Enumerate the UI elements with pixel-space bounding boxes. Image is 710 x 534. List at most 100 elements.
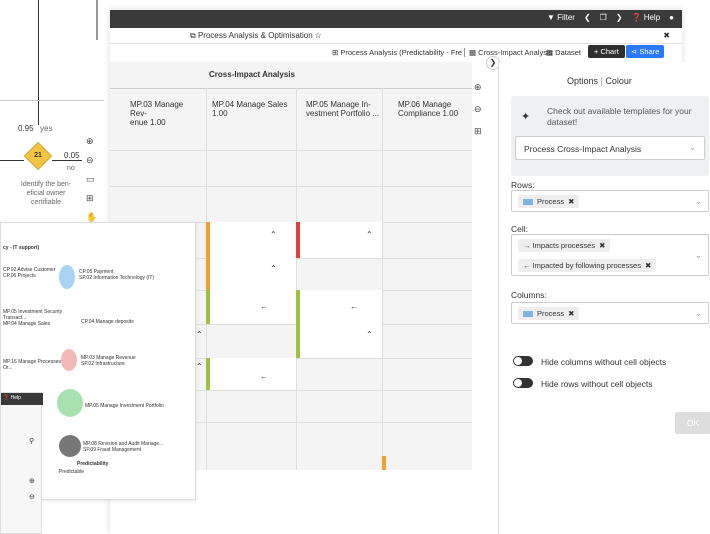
impact-bar (206, 258, 210, 290)
grid-title: Cross-Impact Analysis (209, 70, 295, 79)
list-item: CP.05 Payment SP.02 Information Technolo… (79, 269, 155, 281)
template-hint: Check out available templates for your d… (547, 106, 692, 127)
grid-export-icon[interactable]: ⊞ (474, 126, 482, 137)
column-header[interactable]: MP.05 Manage In- vestment Portfolio ... (300, 92, 390, 150)
favorite-icon[interactable]: ☆ (315, 31, 322, 40)
diagram-edge (52, 160, 82, 161)
search-icon[interactable]: ⚲ (29, 437, 34, 445)
ok-button[interactable]: OK (675, 412, 710, 434)
list-item: MP.08 Revision and Audit Manage... SP.09… (83, 441, 164, 453)
hide-columns-toggle[interactable] (513, 356, 533, 366)
export-icon[interactable]: ⊞ (86, 193, 106, 204)
cell-chip-impacts[interactable]: → Impacts processes ✖ (518, 239, 611, 252)
columns-select[interactable]: Process ✖ ⌄ (511, 302, 709, 324)
tab-colour[interactable]: Colour (605, 76, 632, 86)
filter-button[interactable]: ▼ Filter (547, 13, 575, 22)
cell-chip-impacted[interactable]: ← Impacted by following processes ✖ (518, 259, 657, 272)
hide-columns-label: Hide columns without cell objects (541, 357, 667, 367)
impact-arrow-icon: ⌃ (366, 230, 373, 239)
bubble[interactable] (61, 349, 77, 371)
impact-cell[interactable] (296, 222, 382, 258)
rows-label: Rows: (511, 180, 535, 190)
rows-select[interactable]: Process ✖ ⌄ (511, 190, 709, 212)
hide-rows-label: Hide rows without cell objects (541, 379, 653, 389)
diagram-toolbar: ⊕ ⊖ ▭ ⊞ ✋ (86, 136, 106, 223)
edge-label-no: no (67, 165, 75, 172)
divider (0, 100, 104, 101)
columns-label: Columns: (511, 290, 547, 300)
list-item: MP.05 Investment Security Transact... MP… (3, 309, 63, 327)
close-icon[interactable]: ✖ (663, 31, 670, 40)
impact-cell[interactable] (206, 222, 296, 258)
task-caption: Identify the ben- eficial owner certifia… (20, 181, 72, 206)
tab-divider: | (600, 76, 603, 86)
tab-dataset[interactable]: ▦ Dataset (546, 48, 581, 57)
grid-line (382, 88, 383, 470)
impact-bar (382, 456, 386, 470)
bubble[interactable] (59, 265, 75, 289)
legend-title: Predictability (77, 461, 109, 467)
impact-arrow-icon: ⌃ (270, 264, 277, 273)
chevron-down-icon: ⌄ (694, 196, 702, 206)
zoom-out-icon[interactable]: ⊖ (29, 493, 35, 501)
tab-options[interactable]: Options (567, 76, 598, 86)
panel-tabs: Options | Colour (567, 76, 632, 86)
magic-wand-icon: ✦ (521, 111, 531, 123)
column-header[interactable]: MP.06 Manage Compliance 1.00 (392, 92, 472, 150)
fit-icon[interactable]: ▭ (86, 174, 106, 185)
template-select[interactable]: Process Cross-Impact Analysis ⌄ (515, 136, 705, 160)
impact-arrow-icon: ⌃ (196, 362, 203, 371)
grid-line (296, 88, 297, 470)
chevron-down-icon: ⌄ (694, 308, 702, 318)
grid-line (110, 186, 472, 187)
forward-icon[interactable]: ❯ (616, 13, 623, 22)
breadcrumb[interactable]: ⊞ Process Analysis (Predictability - Fre (332, 48, 462, 57)
window-icon[interactable]: ❐ (600, 13, 607, 22)
impact-cell[interactable] (206, 290, 296, 324)
view-toolbar: ⊞ Process Analysis (Predictability - Fre… (110, 44, 682, 62)
grid-zoom-out-icon[interactable]: ⊖ (474, 104, 482, 115)
list-item: CP.02 Advise Customer CP.06 Projects (3, 267, 56, 279)
add-chart-button[interactable]: + Chart (588, 45, 625, 58)
diagram-edge (0, 160, 24, 161)
grid-zoom-in-icon[interactable]: ⊕ (474, 82, 482, 93)
mini-topbar: ❓ Help (1, 393, 43, 405)
back-icon[interactable]: ❮ (584, 13, 591, 22)
diagram-edge (38, 0, 39, 125)
grid-line (110, 150, 472, 151)
edge-value-no: 0.05 (64, 151, 80, 160)
column-header[interactable]: MP.03 Manage Rev- enue 1.00 (124, 92, 204, 150)
cell-label: Cell: (511, 224, 529, 234)
impact-cell[interactable] (206, 358, 296, 390)
process-icon: ⧉ (190, 31, 196, 40)
rows-chip[interactable]: Process ✖ (518, 195, 580, 208)
template-card: ✦ Check out available templates for your… (511, 96, 709, 176)
hide-rows-toggle[interactable] (513, 378, 533, 388)
impact-cell[interactable] (296, 290, 382, 324)
impact-bar (206, 290, 210, 324)
color-swatch (523, 310, 533, 317)
impact-bar (296, 222, 300, 258)
options-panel: Options | Colour ✦ Check out available t… (498, 62, 710, 534)
impact-arrow-icon: ⌃ (196, 330, 203, 339)
user-icon[interactable]: ● (669, 13, 674, 22)
help-button[interactable]: ❓ Help (632, 13, 661, 22)
share-button[interactable]: ⋖ Share (626, 45, 665, 58)
impact-bar (206, 358, 210, 390)
column-header[interactable]: MP.04 Manage Sales 1.00 (206, 92, 296, 150)
columns-chip[interactable]: Process ✖ (518, 307, 580, 320)
zoom-out-icon[interactable]: ⊖ (86, 155, 106, 166)
zoom-in-icon[interactable]: ⊕ (29, 477, 35, 485)
zoom-in-icon[interactable]: ⊕ (86, 136, 106, 147)
tab-cross-impact[interactable]: ▦ Cross-Impact Analysis (464, 48, 552, 57)
bubble[interactable] (57, 389, 83, 417)
impact-bar (206, 222, 210, 258)
impact-bar (296, 324, 300, 358)
impact-arrow-icon: ⌃ (366, 330, 373, 339)
cell-select[interactable]: → Impacts processes ✖ ← Impacted by foll… (511, 234, 709, 276)
impacted-arrow-icon: ← (350, 302, 358, 311)
overlay-title: cy - IT support) (3, 245, 40, 251)
chevron-down-icon: ⌄ (694, 250, 702, 260)
impact-cell[interactable] (206, 258, 296, 290)
bubble[interactable] (59, 435, 81, 457)
